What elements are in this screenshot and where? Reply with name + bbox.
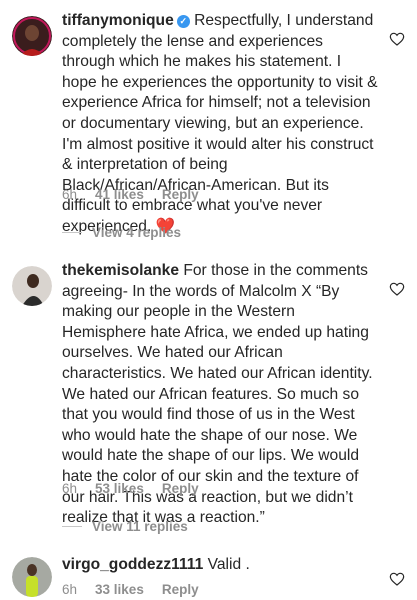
avatar[interactable] [12, 266, 52, 306]
reply-button[interactable]: Reply [162, 582, 199, 597]
like-heart-icon[interactable] [389, 31, 405, 47]
username[interactable]: tiffanymonique [62, 12, 174, 29]
divider [62, 526, 82, 527]
timestamp: 6h [62, 187, 78, 202]
username[interactable]: thekemisolanke [62, 262, 179, 279]
likes-count[interactable]: 33 likes [95, 582, 144, 597]
comment-text: virgo_goddezz1111 Valid . [62, 555, 380, 576]
view-replies-label: View 4 replies [92, 225, 182, 240]
avatar[interactable] [12, 557, 52, 597]
divider [62, 232, 82, 233]
username[interactable]: virgo_goddezz1111 [62, 556, 203, 573]
verified-badge-icon: ✓ [176, 15, 190, 28]
comment-meta: 6h 53 likes Reply [62, 481, 199, 496]
reply-button[interactable]: Reply [162, 187, 199, 202]
avatar[interactable] [12, 16, 52, 56]
timestamp: 6h [62, 481, 78, 496]
view-replies-button[interactable]: View 4 replies [62, 225, 181, 240]
likes-count[interactable]: 53 likes [95, 481, 144, 496]
likes-count[interactable]: 41 likes [95, 187, 144, 202]
like-heart-icon[interactable] [389, 571, 405, 587]
view-replies-button[interactable]: View 11 replies [62, 519, 188, 534]
comment-meta: 6h 41 likes Reply [62, 187, 199, 202]
timestamp: 6h [62, 582, 78, 597]
reply-button[interactable]: Reply [162, 481, 199, 496]
comment-text: tiffanymonique ✓ Respectfully, I understa… [62, 11, 380, 238]
view-replies-label: View 11 replies [92, 519, 188, 534]
like-heart-icon[interactable] [389, 281, 405, 297]
comment-meta: 6h 33 likes Reply [62, 582, 199, 597]
comment-body: Valid . [207, 556, 250, 573]
